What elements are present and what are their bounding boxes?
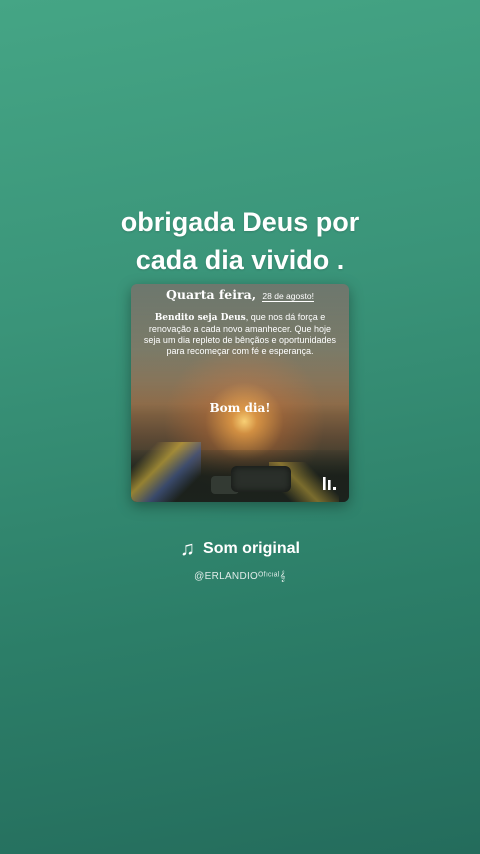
- card-day: Quarta feira,: [166, 287, 257, 302]
- caption-line-2: cada dia vivido .: [135, 245, 345, 275]
- ribbon-decoration: [131, 442, 201, 502]
- card-greeting: Bom dia!: [209, 401, 271, 415]
- capcut-logo-icon: [323, 477, 336, 490]
- caption-line-1: obrigada Deus por: [120, 207, 360, 237]
- sound-label: Som original: [203, 540, 300, 557]
- card-message: Bendito seja Deus, que nos dá força e re…: [143, 312, 337, 357]
- card-title: Quarta feira, 28 de agosto!: [131, 287, 349, 302]
- card-date: 28 de agosto!: [262, 291, 314, 302]
- card-message-bold: Bendito seja Deus: [154, 313, 246, 323]
- creator-handle[interactable]: @ERLANDIOᴼᶠᶦᶜᶦᵃˡ𝄞: [0, 571, 480, 582]
- video-thumbnail-card[interactable]: Quarta feira, 28 de agosto! Bendito seja…: [131, 284, 349, 502]
- video-caption: obrigada Deus por cada dia vivido .: [0, 203, 480, 279]
- sound-link[interactable]: ♫ Som original: [0, 538, 480, 561]
- music-note-icon: ♫: [180, 538, 196, 560]
- book-shape: [231, 466, 291, 492]
